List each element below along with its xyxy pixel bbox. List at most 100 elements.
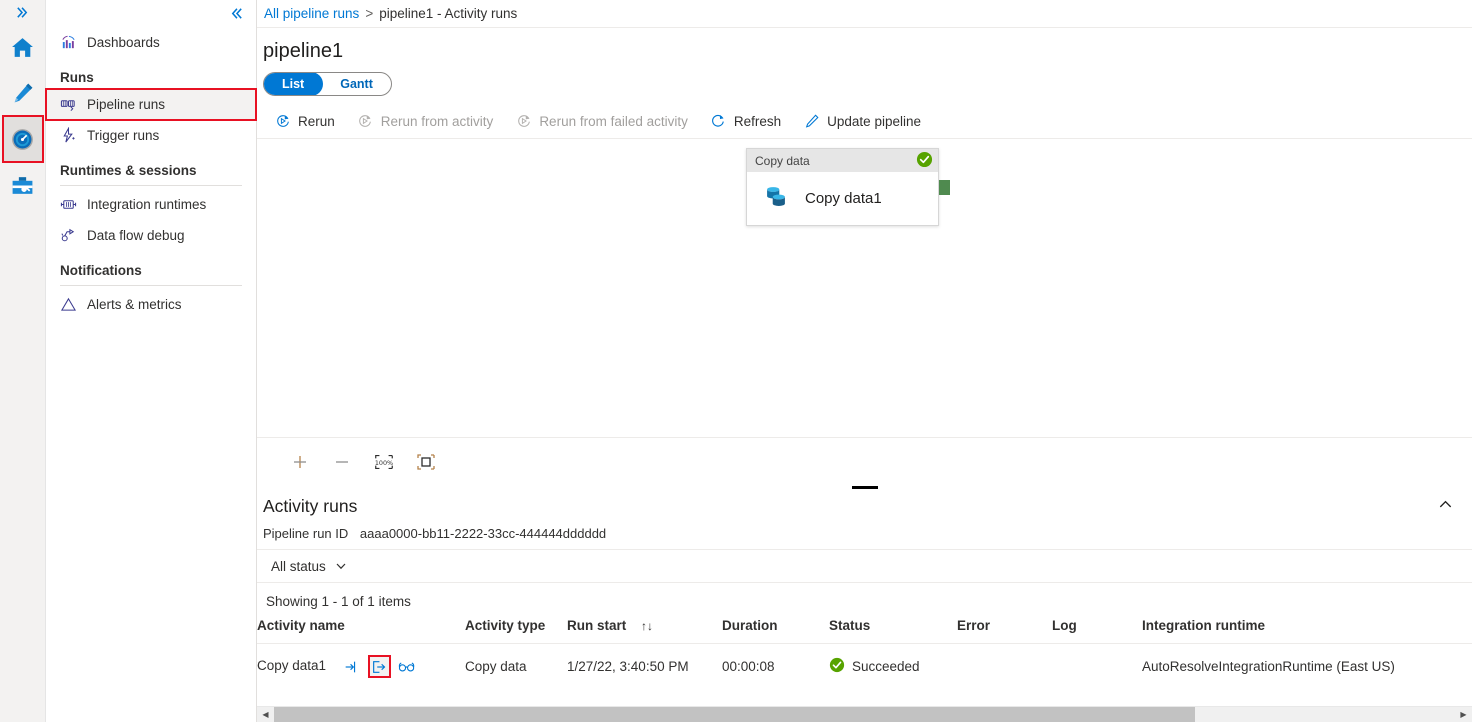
sidebar-group-runs: Runs bbox=[46, 58, 256, 89]
view-toggle: List Gantt bbox=[257, 63, 1472, 96]
activity-node-copy-data1[interactable]: Copy data bbox=[746, 148, 939, 226]
filter-bar: All status bbox=[257, 549, 1472, 583]
col-log[interactable]: Log bbox=[1052, 618, 1142, 644]
cell-integration-runtime: AutoResolveIntegrationRuntime (East US) bbox=[1142, 644, 1472, 690]
pipeline-run-id-label: Pipeline run ID bbox=[263, 526, 348, 541]
cell-activity-type: Copy data bbox=[465, 644, 567, 690]
status-filter-dropdown[interactable]: All status bbox=[263, 551, 355, 581]
rerun-icon bbox=[357, 113, 374, 130]
sidebar-item-label: Alerts & metrics bbox=[87, 297, 182, 312]
cmd-label: Rerun from activity bbox=[381, 114, 494, 129]
sidebar: Dashboards Runs Pipeline runs bbox=[46, 0, 257, 722]
horizontal-scrollbar[interactable]: ◀ ▶ bbox=[257, 706, 1472, 722]
sidebar-item-dashboards[interactable]: Dashboards bbox=[46, 27, 256, 58]
alert-triangle-icon bbox=[60, 296, 77, 313]
chevron-up-icon bbox=[1437, 496, 1454, 513]
cell-run-start: 1/27/22, 3:40:50 PM bbox=[567, 644, 722, 690]
app-root: Dashboards Runs Pipeline runs bbox=[0, 0, 1472, 722]
triangle-left-icon[interactable]: ◀ bbox=[257, 707, 274, 722]
sidebar-item-alerts-metrics[interactable]: Alerts & metrics bbox=[46, 289, 256, 320]
pencil-edit-icon bbox=[803, 113, 820, 130]
sidebar-item-trigger-runs[interactable]: Trigger runs bbox=[46, 120, 256, 151]
sidebar-item-integration-runtimes[interactable]: Integration runtimes bbox=[46, 189, 256, 220]
zoom-100-button[interactable]: 100% bbox=[363, 445, 405, 479]
command-bar: Rerun Rerun from activity bbox=[257, 104, 1472, 139]
rail-expand-button[interactable] bbox=[0, 0, 46, 24]
row-action-icons bbox=[342, 657, 417, 676]
col-status[interactable]: Status bbox=[829, 618, 957, 644]
activity-node-header: Copy data bbox=[747, 149, 938, 172]
tab-list[interactable]: List bbox=[263, 72, 323, 96]
col-duration[interactable]: Duration bbox=[722, 618, 829, 644]
rerun-icon bbox=[515, 113, 532, 130]
activity-runs-collapse-button[interactable] bbox=[1437, 496, 1454, 516]
toolbox-icon bbox=[10, 173, 35, 198]
sidebar-item-label: Trigger runs bbox=[87, 128, 159, 143]
rerun-from-activity-button[interactable]: Rerun from activity bbox=[346, 105, 505, 138]
pipeline-runs-icon bbox=[60, 96, 77, 113]
rerun-from-failed-activity-button[interactable]: Rerun from failed activity bbox=[504, 105, 699, 138]
col-integration-runtime[interactable]: Integration runtime bbox=[1142, 618, 1472, 644]
col-activity-type[interactable]: Activity type bbox=[465, 618, 567, 644]
zoom-100-percent-icon: 100% bbox=[373, 453, 395, 471]
dashboards-icon bbox=[60, 34, 77, 51]
pipeline-run-id: Pipeline run ID aaaa0000-bb11-2222-33cc-… bbox=[257, 517, 1472, 541]
rail-item-author[interactable] bbox=[3, 70, 43, 116]
home-icon bbox=[10, 35, 35, 60]
pipeline-run-id-value: aaaa0000-bb11-2222-33cc-444444dddddd bbox=[360, 526, 606, 541]
sidebar-item-data-flow-debug[interactable]: Data flow debug bbox=[46, 220, 256, 251]
triangle-right-icon[interactable]: ▶ bbox=[1455, 707, 1472, 722]
sidebar-collapse-button[interactable] bbox=[46, 0, 256, 27]
sidebar-item-label: Integration runtimes bbox=[87, 197, 206, 212]
icon-rail bbox=[0, 0, 46, 722]
rerun-icon bbox=[274, 113, 291, 130]
table-row[interactable]: Copy data1 bbox=[257, 644, 1472, 690]
output-icon[interactable] bbox=[370, 657, 389, 676]
rail-item-monitor[interactable] bbox=[3, 116, 43, 162]
rail-item-home[interactable] bbox=[3, 24, 43, 70]
sidebar-item-label: Dashboards bbox=[87, 35, 160, 50]
tab-gantt[interactable]: Gantt bbox=[322, 73, 391, 95]
success-check-icon bbox=[916, 151, 933, 171]
cell-status: Succeeded bbox=[829, 644, 957, 690]
trigger-runs-icon bbox=[60, 127, 77, 144]
col-activity-name[interactable]: Activity name bbox=[257, 618, 465, 644]
scrollbar-thumb[interactable] bbox=[274, 707, 1195, 722]
cell-activity-name: Copy data1 bbox=[257, 644, 465, 690]
breadcrumb-all-pipeline-runs[interactable]: All pipeline runs bbox=[264, 6, 359, 21]
col-run-start-label: Run start bbox=[567, 618, 626, 633]
update-pipeline-button[interactable]: Update pipeline bbox=[792, 105, 932, 138]
refresh-button[interactable]: Refresh bbox=[699, 105, 792, 138]
rail-item-manage[interactable] bbox=[3, 162, 43, 208]
sidebar-item-label: Data flow debug bbox=[87, 228, 185, 243]
pencil-icon bbox=[10, 81, 35, 106]
integration-runtime-icon bbox=[60, 196, 77, 213]
pipeline-canvas[interactable]: Copy data bbox=[257, 139, 1472, 437]
scrollbar-track[interactable] bbox=[274, 707, 1455, 722]
cell-duration: 00:00:08 bbox=[722, 644, 829, 690]
details-glasses-icon[interactable] bbox=[398, 657, 417, 676]
cmd-label: Rerun bbox=[298, 114, 335, 129]
sidebar-item-label: Pipeline runs bbox=[87, 97, 165, 112]
rerun-button[interactable]: Rerun bbox=[263, 105, 346, 138]
col-run-start[interactable]: Run start ↑↓ bbox=[567, 618, 722, 644]
zoom-in-button[interactable] bbox=[279, 445, 321, 479]
results-count: Showing 1 - 1 of 1 items bbox=[257, 583, 1472, 609]
cell-error bbox=[957, 644, 1052, 690]
sort-updown-icon[interactable]: ↑↓ bbox=[641, 619, 653, 633]
copy-data-icon bbox=[761, 182, 791, 215]
sidebar-item-pipeline-runs[interactable]: Pipeline runs bbox=[46, 89, 256, 120]
zoom-to-fit-button[interactable] bbox=[405, 445, 447, 479]
sidebar-divider bbox=[60, 285, 242, 286]
chevron-double-right-icon bbox=[15, 5, 30, 20]
input-icon[interactable] bbox=[342, 657, 361, 676]
zoom-out-button[interactable] bbox=[321, 445, 363, 479]
plus-icon bbox=[291, 453, 309, 471]
status-filter-label: All status bbox=[271, 559, 326, 574]
panel-resize-handle[interactable] bbox=[852, 486, 878, 489]
svg-text:100%: 100% bbox=[375, 458, 393, 466]
col-error[interactable]: Error bbox=[957, 618, 1052, 644]
sidebar-group-runtimes: Runtimes & sessions bbox=[46, 151, 256, 182]
success-check-icon bbox=[829, 657, 845, 676]
activity-node-output-port[interactable] bbox=[939, 180, 950, 195]
